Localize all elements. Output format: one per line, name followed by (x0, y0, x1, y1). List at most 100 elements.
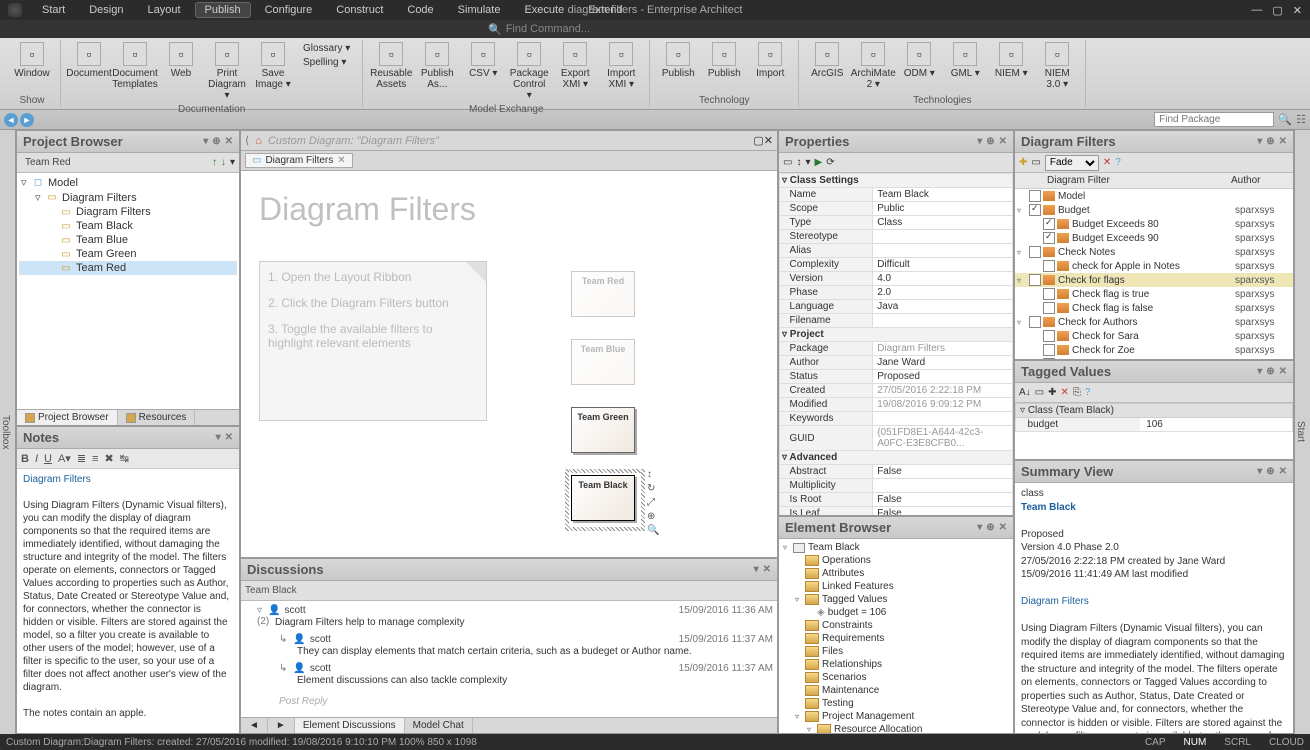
find-command-label[interactable]: Find Command... (506, 23, 590, 35)
ribbon-publish[interactable]: ▫Publish (702, 40, 746, 81)
prop-row[interactable]: Multiplicity (780, 479, 1013, 493)
filter-row[interactable]: ▿Check for flagssparxsys (1015, 273, 1293, 287)
help-icon[interactable]: ? (1115, 157, 1121, 168)
pb-node[interactable]: ▿◻Model (19, 175, 237, 190)
prop-row[interactable]: TypeClass (780, 216, 1013, 230)
close-panel-icon[interactable]: ✕ (999, 522, 1007, 533)
quicklink-icon[interactable]: ⊕ (647, 511, 655, 522)
ribbon-gml-[interactable]: ▫GML ▾ (943, 40, 987, 81)
minimize-icon[interactable]: — (1251, 4, 1262, 17)
summary-link[interactable]: Diagram Filters (1021, 595, 1287, 609)
element-team-blue[interactable]: Team Blue (571, 339, 635, 385)
disc-tab[interactable]: Model Chat (405, 718, 473, 733)
quicklink-icon[interactable]: ⤢ (647, 497, 655, 508)
element-team-green[interactable]: Team Green (571, 407, 635, 453)
ribbon-import-xmi-[interactable]: ▫Import XMI ▾ (599, 40, 643, 92)
eb-node[interactable]: ▿Team Black (781, 541, 1011, 554)
ribbon-publish-as-[interactable]: ▫Publish As... (415, 40, 459, 92)
menu-design[interactable]: Design (79, 2, 133, 18)
post-reply[interactable]: Post Reply (245, 690, 773, 707)
find-package-go-icon[interactable]: 🔍 (1278, 113, 1292, 127)
filter-row[interactable]: Check for Zoesparxsys (1015, 343, 1293, 357)
menu-layout[interactable]: Layout (137, 2, 190, 18)
tree-icon[interactable]: ☷ (1296, 113, 1306, 126)
filter-col-author[interactable]: Author (1231, 175, 1287, 186)
filter-checkbox[interactable] (1043, 344, 1055, 356)
pin-icon[interactable]: ▾ (1257, 136, 1262, 147)
pin-icon[interactable]: ▾ (754, 564, 759, 575)
group-filter-icon[interactable]: ▭ (1031, 157, 1040, 168)
pin-icon[interactable]: ▾ (977, 136, 982, 147)
prop-row[interactable]: Keywords (780, 412, 1013, 426)
prop-row[interactable]: ComplexityDifficult (780, 258, 1013, 272)
prop-row[interactable]: Modified19/08/2016 9:09:12 PM (780, 398, 1013, 412)
filters-body[interactable]: Model▿BudgetsparxsysBudget Exceeds 80spa… (1015, 189, 1293, 359)
prop-section[interactable]: ▿ Project (780, 328, 1013, 342)
pb-tab-project-browser[interactable]: Project Browser (17, 410, 118, 425)
new-tv-icon[interactable]: ✚ (1048, 387, 1056, 398)
ribbon-niem-3-0-[interactable]: ▫NIEM 3.0 ▾ (1035, 40, 1079, 92)
tv-row[interactable]: budget106 (1015, 418, 1293, 432)
eb-node[interactable]: Constraints (781, 619, 1011, 632)
pin-icon[interactable]: ▾ (977, 522, 982, 533)
app-logo-icon[interactable] (8, 3, 22, 17)
underline-icon[interactable]: U (44, 453, 52, 465)
delete-filter-icon[interactable]: ✕ (1103, 157, 1111, 168)
pin-icon[interactable]: ▾ (1257, 466, 1262, 477)
ribbon-package-control-[interactable]: ▫Package Control ▾ (507, 40, 551, 103)
disc-nav-icon[interactable]: ◄ (241, 718, 268, 733)
pin2-icon[interactable]: ⊕ (986, 136, 994, 147)
pin2-icon[interactable]: ⊕ (1266, 366, 1274, 377)
ribbon-import[interactable]: ▫Import (748, 40, 792, 81)
pin-icon[interactable]: ▾ (203, 136, 208, 147)
project-browser-tree[interactable]: ▿◻Model▿▭Diagram Filters▭Diagram Filters… (17, 173, 239, 409)
pin2-icon[interactable]: ⊕ (986, 522, 994, 533)
element-browser-tree[interactable]: ▿Team BlackOperationsAttributesLinked Fe… (779, 539, 1013, 733)
quicklink-icon[interactable]: ↻ (647, 483, 655, 494)
close-panel-icon[interactable]: ✕ (763, 564, 771, 575)
filter-checkbox[interactable] (1043, 358, 1055, 359)
filter-checkbox[interactable] (1043, 218, 1055, 230)
filter-checkbox[interactable] (1043, 288, 1055, 300)
filter-row[interactable]: Budget Exceeds 90sparxsys (1015, 231, 1293, 245)
diagram-canvas[interactable]: Diagram Filters 1. Open the Layout Ribbo… (241, 171, 777, 557)
filter-row[interactable]: Check flag is truesparxsys (1015, 287, 1293, 301)
ribbon-odm-[interactable]: ▫ODM ▾ (897, 40, 941, 81)
ribbon-document-templates[interactable]: ▫Document Templates (113, 40, 157, 92)
ribbon-reusable-assets[interactable]: ▫Reusable Assets (369, 40, 413, 92)
prop-row[interactable]: NameTeam Black (780, 188, 1013, 202)
filter-mode-select[interactable]: Fade (1045, 155, 1099, 171)
ribbon-archimate-2-[interactable]: ▫ArchiMate 2 ▾ (851, 40, 895, 92)
up-icon[interactable]: ↑ (212, 157, 217, 168)
toolbox-tab[interactable]: Toolbox (0, 130, 16, 734)
ribbon-arcgis[interactable]: ▫ArcGIS (805, 40, 849, 81)
menu-simulate[interactable]: Simulate (448, 2, 511, 18)
indent-icon[interactable]: ↹ (120, 452, 129, 465)
find-package-input[interactable] (1154, 112, 1274, 127)
bold-icon[interactable]: B (21, 453, 29, 465)
prop-row[interactable]: Version4.0 (780, 272, 1013, 286)
filter-checkbox[interactable] (1043, 302, 1055, 314)
quicklink-icon[interactable]: 🔍 (647, 525, 659, 536)
pb-node[interactable]: ▭Diagram Filters (19, 205, 237, 219)
ribbon-web[interactable]: ▫Web (159, 40, 203, 81)
color-icon[interactable]: A▾ (58, 452, 71, 465)
eb-node[interactable]: Linked Features (781, 580, 1011, 593)
filter-checkbox[interactable] (1043, 330, 1055, 342)
filter-checkbox[interactable] (1029, 190, 1041, 202)
close-panel-icon[interactable]: ✕ (1279, 366, 1287, 377)
filter-row[interactable]: Model (1015, 189, 1293, 203)
filter-row[interactable]: Check for Scottsparxsys (1015, 357, 1293, 359)
filter-col-name[interactable]: Diagram Filter (1021, 175, 1231, 186)
close-panel-icon[interactable]: ✕ (1279, 466, 1287, 477)
list-icon[interactable]: ≣ (77, 452, 86, 465)
close-panel-icon[interactable]: ✕ (225, 136, 233, 147)
ribbon-window[interactable]: ▫Window (10, 40, 54, 81)
pb-node[interactable]: ▭Team Green (19, 247, 237, 261)
pb-node[interactable]: ▿▭Diagram Filters (19, 190, 237, 205)
prop-row[interactable]: Stereotype (780, 230, 1013, 244)
eb-node[interactable]: ▿Resource Allocation (781, 723, 1011, 733)
element-team-black[interactable]: Team Black (571, 475, 635, 521)
eb-node[interactable]: Maintenance (781, 684, 1011, 697)
new-filter-icon[interactable]: ✚ (1019, 157, 1027, 168)
